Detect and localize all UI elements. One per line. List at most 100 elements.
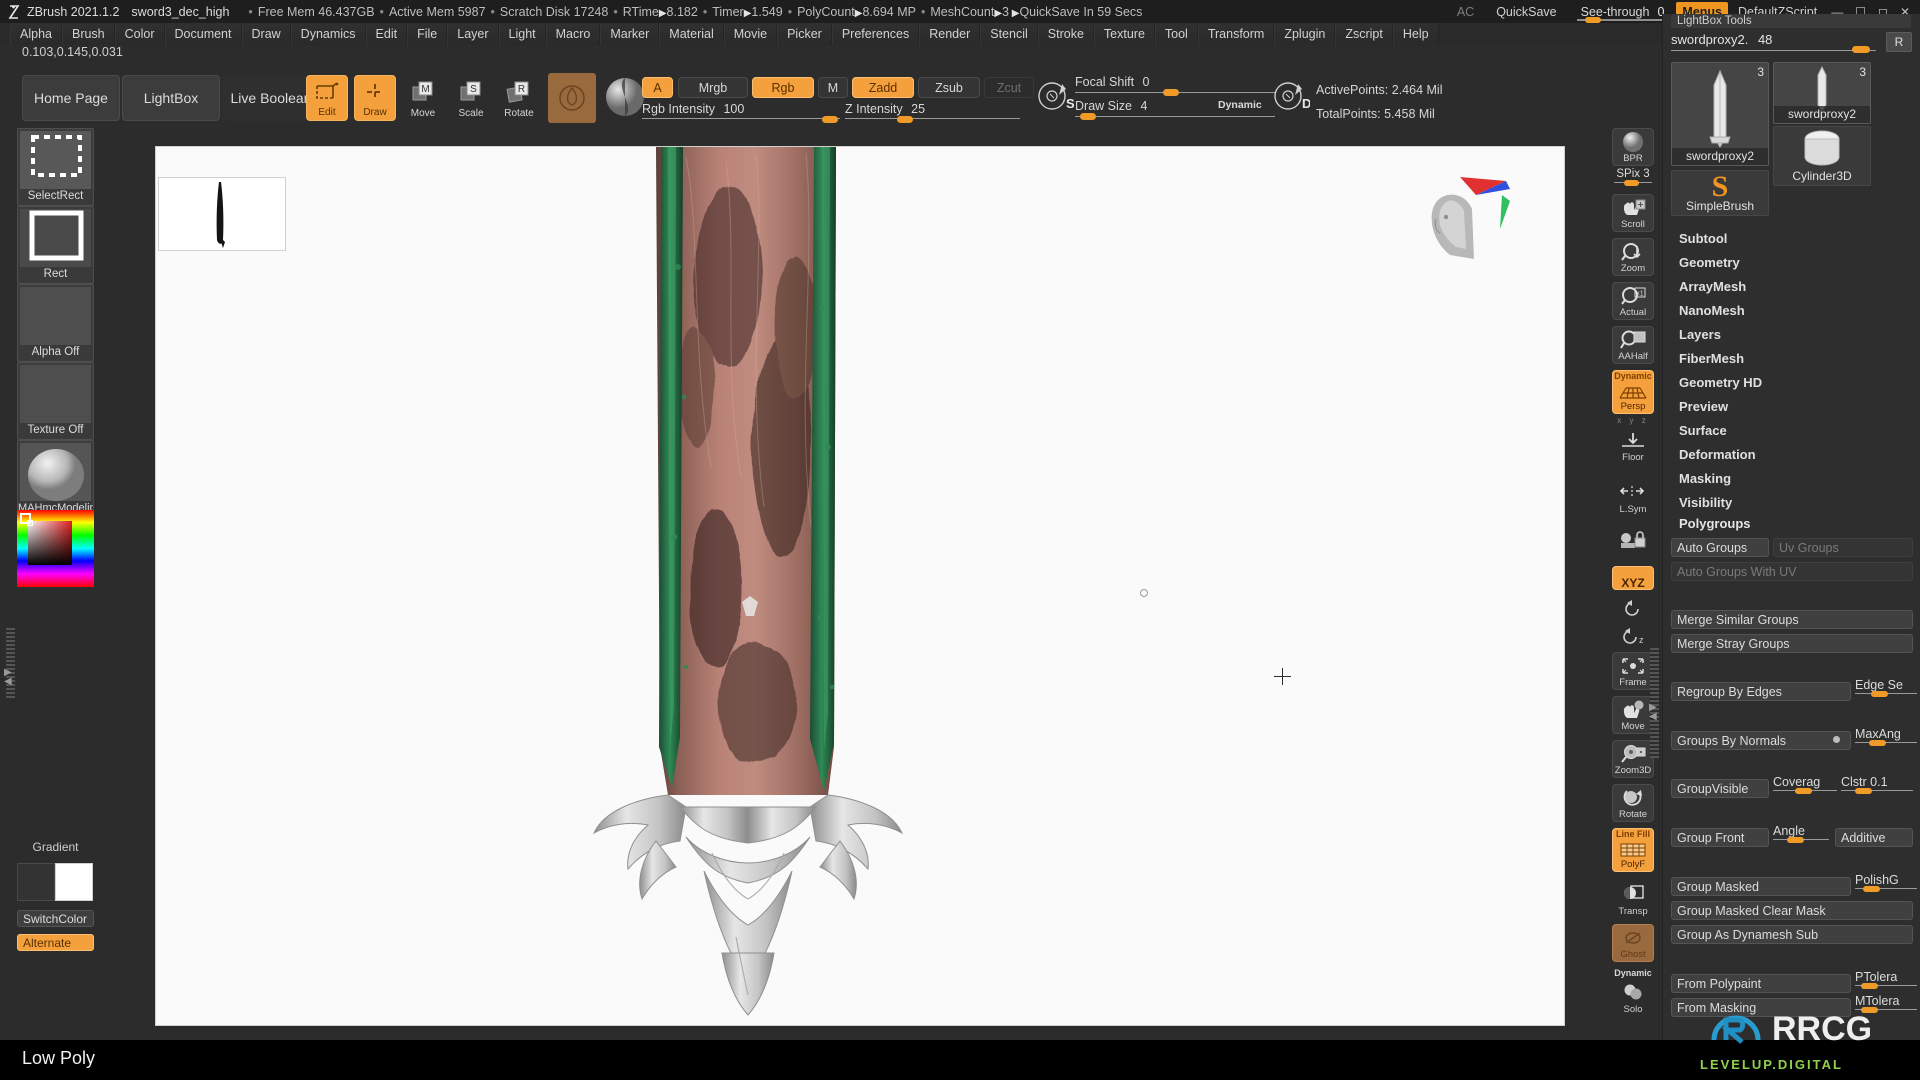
edge-sensitivity-slider[interactable]: Edge Se [1855,678,1917,700]
scroll-button[interactable]: Scroll [1612,194,1654,232]
menu-item-color[interactable]: Color [115,23,165,45]
saturation-value-square[interactable] [28,521,72,565]
group-front-button[interactable]: Group Front [1671,828,1769,847]
spix-knob[interactable] [1624,180,1639,186]
lightbox-button[interactable]: LightBox [122,75,220,121]
tool-section-geometry[interactable]: Geometry [1663,250,1920,274]
rotate-z-button[interactable]: z [1612,624,1654,650]
menu-item-render[interactable]: Render [919,23,980,45]
z-intensity-knob[interactable] [897,116,913,123]
tool-section-preview[interactable]: Preview [1663,394,1920,418]
tool-section-surface[interactable]: Surface [1663,418,1920,442]
menu-item-brush[interactable]: Brush [62,23,115,45]
menu-item-draw[interactable]: Draw [242,23,291,45]
see-through-slider[interactable]: See-through 0 [1575,0,1671,23]
tool-section-geometry-hd[interactable]: Geometry HD [1663,370,1920,394]
tool-name-knob[interactable] [1852,46,1870,53]
dynamic-label[interactable]: Dynamic [1218,99,1262,111]
merge-similar-groups-button[interactable]: Merge Similar Groups [1671,610,1913,629]
menu-item-material[interactable]: Material [659,23,723,45]
right-toolbar-expand-arrows[interactable]: ▶◀ [1649,703,1657,721]
tool-name-slider[interactable]: swordproxy2. 48 [1671,32,1876,54]
tool-section-layers[interactable]: Layers [1663,322,1920,346]
current-material-swatch[interactable] [604,76,646,118]
regroup-by-edges-button[interactable]: Regroup By Edges [1671,682,1851,701]
coverage-knob[interactable] [1795,788,1812,794]
rotate-mode-button[interactable]: R Rotate [498,75,540,121]
tool-r-button[interactable]: R [1886,32,1912,52]
tool-thumbnail-swordproxy2-small[interactable]: 3 swordproxy2 [1773,62,1871,124]
rgb-intensity-knob[interactable] [822,116,838,123]
clstr-slider[interactable]: Clstr 0.1 [1841,775,1913,797]
texture-selector[interactable]: Texture Off [17,362,94,440]
spix-slider[interactable]: SPix 3 [1612,168,1654,190]
tool-section-deformation[interactable]: Deformation [1663,442,1920,466]
group-as-dynamesh-sub-button[interactable]: Group As Dynamesh Sub [1671,925,1913,944]
group-masked-clear-mask-button[interactable]: Group Masked Clear Mask [1671,901,1913,920]
coverage-slider[interactable]: Coverag [1773,775,1837,797]
auto-groups-with-uv-button[interactable]: Auto Groups With UV [1671,562,1913,581]
rgb-button[interactable]: Rgb [752,77,814,98]
polish-group-knob[interactable] [1863,886,1880,892]
ptolerance-slider[interactable]: PTolera [1855,970,1917,992]
move-view-button[interactable]: Move [1612,696,1654,734]
tool-section-fibermesh[interactable]: FiberMesh [1663,346,1920,370]
menu-item-file[interactable]: File [407,23,447,45]
lsym-button[interactable]: L.Sym [1612,478,1654,516]
material-selector[interactable]: MAHmcModeling [17,440,94,518]
transform-lock-button[interactable] [1612,522,1654,560]
menu-item-macro[interactable]: Macro [546,23,601,45]
secondary-color-swatch[interactable] [17,863,55,901]
tool-thumbnail-swordproxy2-large[interactable]: 3 swordproxy2 [1671,62,1769,166]
uv-groups-button[interactable]: Uv Groups [1773,538,1913,557]
menu-item-alpha[interactable]: Alpha [10,23,62,45]
alpha-toggle-button[interactable]: A [642,77,673,98]
menu-item-light[interactable]: Light [499,23,546,45]
menu-item-transform[interactable]: Transform [1198,23,1275,45]
menu-item-document[interactable]: Document [165,23,242,45]
gradient-label[interactable]: Gradient [17,840,94,854]
move-mode-button[interactable]: M Move [402,75,444,121]
view-orientation-gizmo[interactable] [1414,169,1524,279]
menu-item-stencil[interactable]: Stencil [980,23,1038,45]
menu-item-movie[interactable]: Movie [724,23,777,45]
auto-groups-button[interactable]: Auto Groups [1671,538,1769,557]
color-swatches[interactable] [17,863,93,901]
rotate-ccw-button[interactable] [1612,596,1654,622]
zadd-button[interactable]: Zadd [852,77,914,98]
menu-item-marker[interactable]: Marker [600,23,659,45]
lightbox-tools-header[interactable]: LightBox Tools [1671,14,1911,28]
edit-mode-button[interactable]: Edit [306,75,348,121]
stroke-selector[interactable]: SelectRect [17,128,94,206]
frame-button[interactable]: Frame [1612,652,1654,690]
menu-item-edit[interactable]: Edit [366,23,408,45]
bpr-button[interactable]: BPR [1612,128,1654,166]
tool-section-nanomesh[interactable]: NanoMesh [1663,298,1920,322]
mrgb-button[interactable]: Mrgb [678,77,748,98]
tool-thumbnail-cylinder3d[interactable]: Cylinder3D [1773,126,1871,186]
actual-button[interactable]: x1 Actual [1612,282,1654,320]
group-masked-button[interactable]: Group Masked [1671,877,1851,896]
clstr-knob[interactable] [1855,788,1872,794]
alpha-selector[interactable]: Alpha Off [17,284,94,362]
zsub-button[interactable]: Zsub [918,77,980,98]
group-visible-button[interactable]: GroupVisible [1671,779,1769,798]
zcut-button[interactable]: Zcut [984,77,1034,98]
menu-item-zplugin[interactable]: Zplugin [1274,23,1335,45]
rect-selector[interactable]: Rect [17,206,94,284]
floor-axes-label[interactable]: x y z [1612,416,1654,425]
menu-item-stroke[interactable]: Stroke [1038,23,1094,45]
menu-bar[interactable]: AlphaBrushColorDocumentDrawDynamicsEditF… [0,23,1920,45]
solo-button[interactable]: Solo [1612,978,1654,1016]
zoom-button[interactable]: Zoom [1612,238,1654,276]
menu-item-preferences[interactable]: Preferences [832,23,919,45]
tool-thumbnail-simplebrush[interactable]: S SimpleBrush [1671,170,1769,216]
aahalf-button[interactable]: AAHalf [1612,326,1654,364]
menu-item-texture[interactable]: Texture [1094,23,1155,45]
ghost-button[interactable]: Ghost [1612,924,1654,962]
alternate-button[interactable]: Alternate [17,934,94,951]
max-angle-slider[interactable]: MaxAng [1855,727,1917,749]
z-intensity-slider[interactable]: Z Intensity 25 [845,102,1020,120]
xyz-button[interactable]: XYZ [1612,566,1654,590]
edge-sensitivity-knob[interactable] [1871,691,1888,697]
